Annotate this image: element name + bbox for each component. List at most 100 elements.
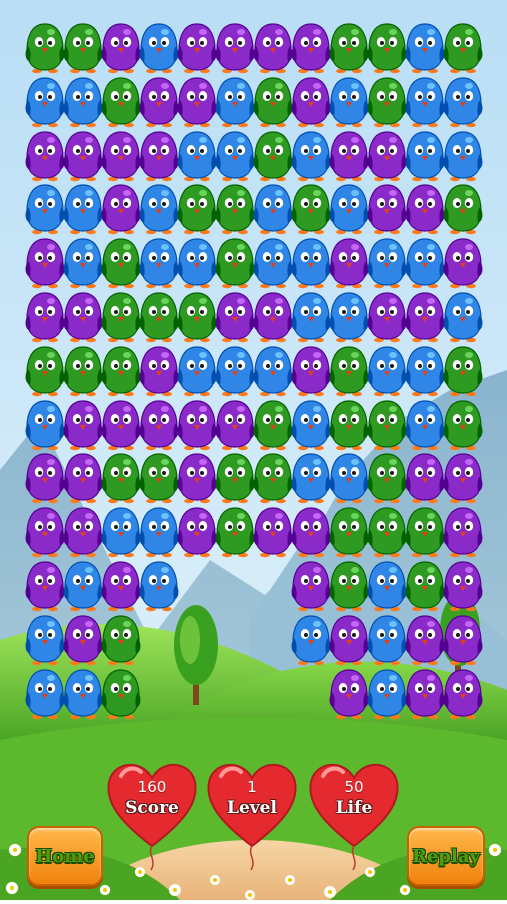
purple-bird[interactable] xyxy=(177,22,217,74)
purple-bird[interactable] xyxy=(101,560,141,612)
purple-bird[interactable] xyxy=(405,291,445,343)
green-bird[interactable] xyxy=(101,345,141,397)
blue-bird[interactable] xyxy=(139,183,179,235)
purple-bird[interactable] xyxy=(63,506,103,558)
blue-bird[interactable] xyxy=(367,668,407,720)
purple-bird[interactable] xyxy=(25,291,65,343)
blue-bird[interactable] xyxy=(101,506,141,558)
green-bird[interactable] xyxy=(329,345,369,397)
purple-bird[interactable] xyxy=(291,345,331,397)
green-bird[interactable] xyxy=(101,237,141,289)
blue-bird[interactable] xyxy=(139,506,179,558)
purple-bird[interactable] xyxy=(443,614,483,666)
purple-bird[interactable] xyxy=(443,668,483,720)
green-bird[interactable] xyxy=(405,506,445,558)
purple-bird[interactable] xyxy=(215,399,255,451)
purple-bird[interactable] xyxy=(329,668,369,720)
purple-bird[interactable] xyxy=(63,130,103,182)
blue-bird[interactable] xyxy=(329,452,369,504)
green-bird[interactable] xyxy=(329,22,369,74)
green-bird[interactable] xyxy=(139,452,179,504)
purple-bird[interactable] xyxy=(139,130,179,182)
purple-bird[interactable] xyxy=(405,614,445,666)
green-bird[interactable] xyxy=(329,560,369,612)
purple-bird[interactable] xyxy=(63,399,103,451)
purple-bird[interactable] xyxy=(215,291,255,343)
blue-bird[interactable] xyxy=(405,22,445,74)
purple-bird[interactable] xyxy=(63,291,103,343)
blue-bird[interactable] xyxy=(329,291,369,343)
blue-bird[interactable] xyxy=(405,345,445,397)
blue-bird[interactable] xyxy=(25,668,65,720)
blue-bird[interactable] xyxy=(63,668,103,720)
blue-bird[interactable] xyxy=(215,345,255,397)
purple-bird[interactable] xyxy=(25,237,65,289)
blue-bird[interactable] xyxy=(367,237,407,289)
purple-bird[interactable] xyxy=(63,614,103,666)
blue-bird[interactable] xyxy=(215,130,255,182)
purple-bird[interactable] xyxy=(367,183,407,235)
purple-bird[interactable] xyxy=(367,130,407,182)
blue-bird[interactable] xyxy=(215,76,255,128)
green-bird[interactable] xyxy=(101,291,141,343)
blue-bird[interactable] xyxy=(405,76,445,128)
purple-bird[interactable] xyxy=(329,237,369,289)
blue-bird[interactable] xyxy=(177,345,217,397)
green-bird[interactable] xyxy=(329,506,369,558)
purple-bird[interactable] xyxy=(291,76,331,128)
green-bird[interactable] xyxy=(253,399,293,451)
green-bird[interactable] xyxy=(101,614,141,666)
green-bird[interactable] xyxy=(443,22,483,74)
blue-bird[interactable] xyxy=(329,76,369,128)
blue-bird[interactable] xyxy=(253,183,293,235)
green-bird[interactable] xyxy=(329,399,369,451)
green-bird[interactable] xyxy=(63,22,103,74)
purple-bird[interactable] xyxy=(25,560,65,612)
blue-bird[interactable] xyxy=(63,183,103,235)
green-bird[interactable] xyxy=(177,291,217,343)
blue-bird[interactable] xyxy=(367,614,407,666)
green-bird[interactable] xyxy=(367,399,407,451)
blue-bird[interactable] xyxy=(291,399,331,451)
purple-bird[interactable] xyxy=(139,76,179,128)
green-bird[interactable] xyxy=(443,183,483,235)
purple-bird[interactable] xyxy=(101,399,141,451)
blue-bird[interactable] xyxy=(405,237,445,289)
blue-bird[interactable] xyxy=(25,614,65,666)
blue-bird[interactable] xyxy=(63,237,103,289)
green-bird[interactable] xyxy=(367,452,407,504)
green-bird[interactable] xyxy=(215,452,255,504)
blue-bird[interactable] xyxy=(443,76,483,128)
green-bird[interactable] xyxy=(25,22,65,74)
blue-bird[interactable] xyxy=(291,614,331,666)
purple-bird[interactable] xyxy=(253,291,293,343)
purple-bird[interactable] xyxy=(367,291,407,343)
green-bird[interactable] xyxy=(101,452,141,504)
purple-bird[interactable] xyxy=(253,22,293,74)
green-bird[interactable] xyxy=(25,345,65,397)
purple-bird[interactable] xyxy=(291,560,331,612)
green-bird[interactable] xyxy=(139,291,179,343)
purple-bird[interactable] xyxy=(291,22,331,74)
blue-bird[interactable] xyxy=(139,22,179,74)
blue-bird[interactable] xyxy=(25,399,65,451)
purple-bird[interactable] xyxy=(177,452,217,504)
purple-bird[interactable] xyxy=(329,130,369,182)
purple-bird[interactable] xyxy=(443,237,483,289)
purple-bird[interactable] xyxy=(101,22,141,74)
green-bird[interactable] xyxy=(215,183,255,235)
purple-bird[interactable] xyxy=(177,506,217,558)
blue-bird[interactable] xyxy=(291,130,331,182)
purple-bird[interactable] xyxy=(101,130,141,182)
green-bird[interactable] xyxy=(443,345,483,397)
green-bird[interactable] xyxy=(253,452,293,504)
blue-bird[interactable] xyxy=(25,76,65,128)
purple-bird[interactable] xyxy=(63,452,103,504)
green-bird[interactable] xyxy=(367,22,407,74)
blue-bird[interactable] xyxy=(291,452,331,504)
blue-bird[interactable] xyxy=(405,399,445,451)
purple-bird[interactable] xyxy=(291,506,331,558)
green-bird[interactable] xyxy=(177,183,217,235)
purple-bird[interactable] xyxy=(443,452,483,504)
blue-bird[interactable] xyxy=(63,76,103,128)
